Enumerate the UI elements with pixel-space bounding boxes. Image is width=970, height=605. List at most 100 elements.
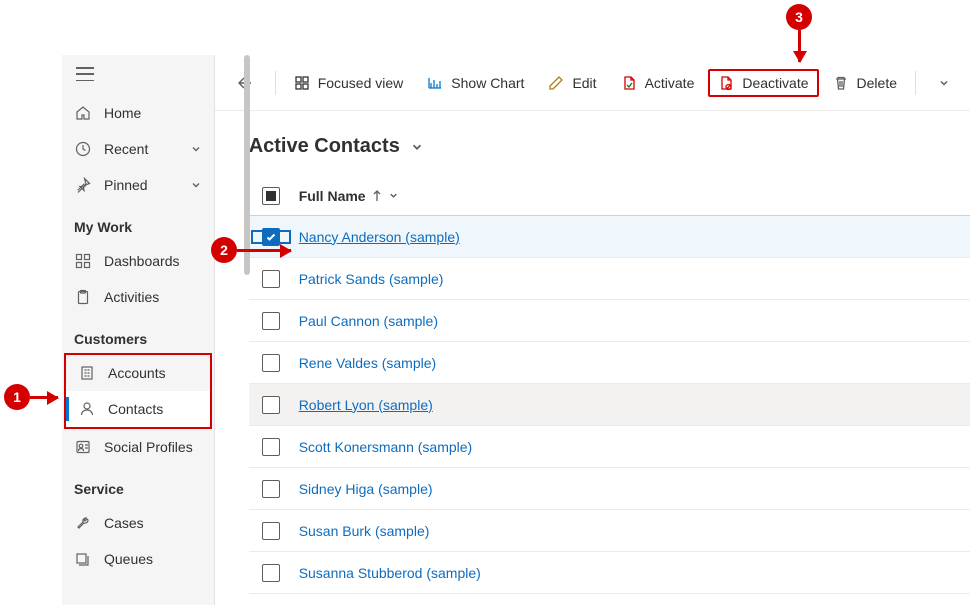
sidebar-item-cases[interactable]: Cases: [62, 505, 214, 541]
scrollbar[interactable]: [244, 55, 250, 275]
sidebar-item-label: Contacts: [108, 401, 163, 417]
deactivate-button[interactable]: Deactivate: [708, 69, 818, 97]
button-label: Delete: [857, 75, 897, 91]
file-check-icon: [621, 75, 637, 91]
row-checkbox[interactable]: [262, 396, 280, 414]
divider: [275, 71, 276, 95]
select-all-checkbox[interactable]: [262, 187, 280, 205]
contact-link[interactable]: Patrick Sands (sample): [299, 271, 444, 287]
button-label: Focused view: [318, 75, 404, 91]
button-label: Activate: [645, 75, 695, 91]
contact-link[interactable]: Scott Konersmann (sample): [299, 439, 473, 455]
contact-link[interactable]: Susanna Stubberod (sample): [299, 565, 481, 581]
row-checkbox[interactable]: [262, 312, 280, 330]
sidebar-item-label: Pinned: [104, 177, 148, 193]
sidebar-item-home[interactable]: Home: [62, 95, 214, 131]
contact-link[interactable]: Sidney Higa (sample): [299, 481, 433, 497]
button-label: Show Chart: [451, 75, 524, 91]
sidebar-item-label: Accounts: [108, 365, 166, 381]
chevron-down-icon: [190, 179, 202, 191]
file-x-icon: [718, 75, 734, 91]
view-title: Active Contacts: [249, 135, 400, 158]
contact-link[interactable]: Nancy Anderson (sample): [299, 229, 460, 245]
command-bar: Focused view Show Chart Edit Activate: [215, 55, 970, 111]
sidebar-item-label: Queues: [104, 551, 153, 567]
chevron-down-icon[interactable]: [410, 140, 424, 154]
sidebar-item-label: Home: [104, 105, 141, 121]
row-checkbox[interactable]: [262, 438, 280, 456]
sidebar-item-pinned[interactable]: Pinned: [62, 167, 214, 203]
sidebar-item-label: Social Profiles: [104, 439, 193, 455]
table-row[interactable]: Susan Burk (sample): [249, 510, 970, 552]
chevron-down-icon: [190, 143, 202, 155]
sidebar-item-label: Activities: [104, 289, 159, 305]
contact-link[interactable]: Rene Valdes (sample): [299, 355, 436, 371]
contacts-table: Full Name Nancy Anderson (sample) Patric…: [215, 176, 970, 594]
wrench-icon: [74, 514, 92, 532]
sidebar-item-label: Cases: [104, 515, 144, 531]
clipboard-icon: [74, 288, 92, 306]
clock-icon: [74, 140, 92, 158]
callout-1-target: Accounts Contacts: [64, 353, 212, 429]
chevron-down-icon: [388, 190, 399, 201]
row-checkbox[interactable]: [262, 270, 280, 288]
pencil-icon: [548, 75, 564, 91]
chart-icon: [427, 75, 443, 91]
section-header-customers: Customers: [62, 315, 214, 355]
pin-icon: [74, 176, 92, 194]
table-row[interactable]: Sidney Higa (sample): [249, 468, 970, 510]
button-label: Deactivate: [742, 75, 808, 91]
table-row[interactable]: Rene Valdes (sample): [249, 342, 970, 384]
sidebar-item-accounts[interactable]: Accounts: [66, 355, 210, 391]
column-header-full-name[interactable]: Full Name: [293, 188, 970, 204]
table-row[interactable]: Scott Konersmann (sample): [249, 426, 970, 468]
sidebar-item-activities[interactable]: Activities: [62, 279, 214, 315]
row-checkbox[interactable]: [262, 522, 280, 540]
trash-icon: [833, 75, 849, 91]
contact-link[interactable]: Robert Lyon (sample): [299, 397, 433, 413]
sidebar-item-recent[interactable]: Recent: [62, 131, 214, 167]
delete-button[interactable]: Delete: [823, 69, 907, 97]
show-chart-button[interactable]: Show Chart: [417, 69, 534, 97]
edit-button[interactable]: Edit: [538, 69, 606, 97]
building-icon: [78, 364, 96, 382]
table-row[interactable]: Susanna Stubberod (sample): [249, 552, 970, 594]
row-checkbox[interactable]: [262, 480, 280, 498]
table-row[interactable]: Patrick Sands (sample): [249, 258, 970, 300]
sidebar-item-label: Dashboards: [104, 253, 180, 269]
sidebar-item-queues[interactable]: Queues: [62, 541, 214, 577]
callout-2: 2: [211, 237, 237, 263]
person-icon: [78, 400, 96, 418]
callout-2-arrow: [237, 249, 291, 252]
queue-icon: [74, 550, 92, 568]
activate-button[interactable]: Activate: [611, 69, 705, 97]
contact-link[interactable]: Susan Burk (sample): [299, 523, 430, 539]
sidebar: Home Recent Pinned My Work Dashb: [62, 55, 215, 605]
sidebar-item-label: Recent: [104, 141, 148, 157]
focused-view-button[interactable]: Focused view: [284, 69, 414, 97]
home-icon: [74, 104, 92, 122]
row-checkbox[interactable]: [262, 228, 280, 246]
table-row[interactable]: Paul Cannon (sample): [249, 300, 970, 342]
toolbar-more-button[interactable]: [928, 71, 960, 95]
button-label: Edit: [572, 75, 596, 91]
callout-1-arrow: [30, 396, 58, 399]
table-row[interactable]: Robert Lyon (sample): [249, 384, 970, 426]
grid-icon: [294, 75, 310, 91]
callout-1: 1: [4, 384, 30, 410]
table-row[interactable]: Nancy Anderson (sample): [249, 216, 970, 258]
sidebar-item-dashboards[interactable]: Dashboards: [62, 243, 214, 279]
divider: [915, 71, 916, 95]
sidebar-item-contacts[interactable]: Contacts: [66, 391, 210, 427]
section-header-service: Service: [62, 465, 214, 505]
hamburger-menu-icon[interactable]: [76, 67, 94, 81]
row-checkbox[interactable]: [262, 354, 280, 372]
table-header-row: Full Name: [249, 176, 970, 216]
dashboard-icon: [74, 252, 92, 270]
row-checkbox[interactable]: [262, 564, 280, 582]
sidebar-item-social-profiles[interactable]: Social Profiles: [62, 429, 214, 465]
contact-link[interactable]: Paul Cannon (sample): [299, 313, 438, 329]
main-content: Focused view Show Chart Edit Activate: [215, 55, 970, 605]
sort-asc-icon: [372, 190, 382, 202]
profile-icon: [74, 438, 92, 456]
